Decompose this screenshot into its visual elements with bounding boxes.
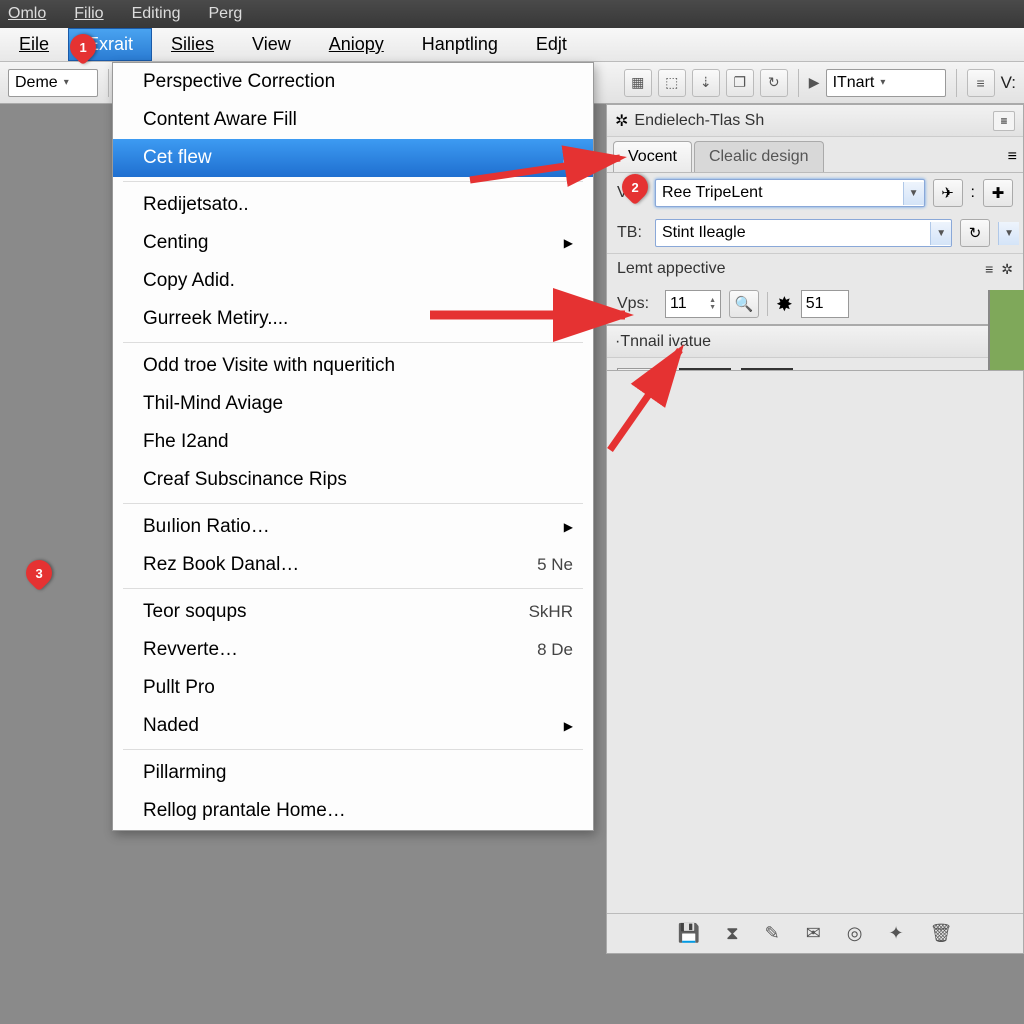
hourglass-icon[interactable]: ⧗ <box>726 923 739 944</box>
list-icon[interactable]: ≡ <box>985 261 993 278</box>
appective-subheader: Lemt appective ≡ ✲ <box>607 253 1023 284</box>
puzzle-icon-button[interactable]: ✚ <box>983 179 1013 207</box>
toolbar-button[interactable]: ≡ <box>967 69 995 97</box>
search-icon-button[interactable]: 🔍 <box>729 290 759 318</box>
menu-content-aware-fill[interactable]: Content Aware Fill <box>113 101 593 139</box>
panel-menu-button[interactable]: ≡ <box>993 111 1015 131</box>
secondary-input[interactable]: 51 <box>801 290 849 318</box>
title-item[interactable]: Filio <box>74 5 103 23</box>
menu-item[interactable]: Naded▶ <box>113 707 593 745</box>
preset-value: Deme <box>15 74 58 92</box>
airplane-icon-button[interactable]: ✈ <box>933 179 963 207</box>
v-label: V: <box>1001 73 1016 93</box>
submenu-arrow-icon: ▶ <box>564 520 573 534</box>
menu-item[interactable]: Centing▶ <box>113 224 593 262</box>
trash-icon[interactable]: 🗑 <box>930 923 953 944</box>
menu-item[interactable]: Rellog prantale Home… <box>113 792 593 830</box>
sun-icon: ✲ <box>615 111 628 131</box>
menu-separator <box>123 342 583 343</box>
separator <box>798 69 799 97</box>
tb-row: TB: Stint Ileagle ▼ ↻ ▼ <box>607 213 1023 253</box>
callout-3: 3 <box>21 555 58 592</box>
toolbar-button[interactable]: ⇣ <box>692 69 720 97</box>
colon-label: : <box>971 184 975 202</box>
mail-icon[interactable]: ✉ <box>806 923 821 944</box>
menu-view[interactable]: View <box>233 28 310 61</box>
menu-separator <box>123 503 583 504</box>
menu-edit[interactable]: Edjt <box>517 28 586 61</box>
menu-silies[interactable]: Silies <box>152 28 233 61</box>
edit-icon[interactable]: ✎ <box>765 923 780 944</box>
menu-separator <box>123 588 583 589</box>
title-item[interactable]: Omlo <box>8 5 46 23</box>
vs-row: VS' Ree TripeLent ▼ ✈ : ✚ <box>607 173 1023 213</box>
title-item[interactable]: Perg <box>209 5 243 23</box>
chevron-down-icon: ▼ <box>903 182 924 205</box>
tab-clealic-design[interactable]: Clealic design <box>694 141 824 172</box>
menu-item[interactable]: Copy Adid. <box>113 262 593 300</box>
menu-item[interactable]: Odd troe Visite with nqueritich <box>113 347 593 385</box>
refresh-icon-button[interactable]: ↻ <box>960 219 990 247</box>
menu-item[interactable]: Revverte…8 De <box>113 631 593 669</box>
menu-item[interactable]: Pillarming <box>113 754 593 792</box>
red-arrow <box>600 340 700 465</box>
panel-header: ✲ Endielech-Tlas Sh ≡ <box>607 105 1023 137</box>
menubar: Eile Exrait Silies View Aniopy Hanptling… <box>0 28 1024 62</box>
separator <box>108 69 109 97</box>
toolbar-button[interactable]: ❐ <box>726 69 754 97</box>
star-icon[interactable]: ✸ <box>776 292 793 317</box>
save-icon[interactable]: 💾 <box>678 923 700 944</box>
submenu-arrow-icon: ▶ <box>564 236 573 250</box>
target-icon[interactable]: ◎ <box>847 923 863 944</box>
preset-combo[interactable]: Deme ▾ <box>8 69 98 97</box>
wps-row: Vps: 11 ▲▼ 🔍 ✸ 51 <box>607 284 1023 324</box>
menu-file[interactable]: Eile <box>0 28 68 61</box>
menu-hanptling[interactable]: Hanptling <box>403 28 517 61</box>
menu-item[interactable]: Fhe I2and <box>113 423 593 461</box>
appective-label: Lemt appective <box>617 260 726 278</box>
window-titlebar: Omlo Filio Editing Perg <box>0 0 1024 28</box>
chevron-down-icon[interactable]: ▼ <box>998 222 1019 245</box>
red-arrow <box>430 300 640 335</box>
wps-input[interactable]: 11 ▲▼ <box>665 290 721 318</box>
panel-footer: 💾 ⧗ ✎ ✉ ◎ ✦ 🗑 <box>607 913 1023 953</box>
vs-combo[interactable]: Ree TripeLent ▼ <box>655 179 925 207</box>
chevron-down-icon: ▾ <box>880 77 885 88</box>
toolbar-button[interactable]: ⬚ <box>658 69 686 97</box>
gear-icon[interactable]: ✲ <box>1001 261 1013 278</box>
menu-perspective-correction[interactable]: Perspective Correction <box>113 63 593 101</box>
submenu-arrow-icon: ▶ <box>564 719 573 733</box>
options-panel: ✲ Endielech-Tlas Sh ≡ Vocent Clealic des… <box>606 104 1024 325</box>
menu-separator <box>123 749 583 750</box>
panel-menu-button[interactable]: ≡ <box>1008 148 1017 166</box>
panel-title: Endielech-Tlas Sh <box>634 112 987 130</box>
menu-aniopy[interactable]: Aniopy <box>310 28 403 61</box>
menu-item[interactable]: Pullt Pro <box>113 669 593 707</box>
separator <box>956 69 957 97</box>
itnart-value: ITnart <box>833 74 875 92</box>
menu-item[interactable]: Creaf Subscinance Rips <box>113 461 593 499</box>
itnart-combo[interactable]: ITnart ▾ <box>826 69 946 97</box>
wand-icon[interactable]: ✦ <box>889 923 904 944</box>
panel-tabs: Vocent Clealic design ≡ <box>607 137 1023 173</box>
spinner-icon[interactable]: ▲▼ <box>709 297 716 311</box>
chevron-down-icon: ▼ <box>930 222 951 245</box>
menu-item[interactable]: Teor soqupsSkHR <box>113 593 593 631</box>
menu-item[interactable]: Thil-Mind Aviage <box>113 385 593 423</box>
chevron-down-icon: ▾ <box>64 77 69 88</box>
tb-combo[interactable]: Stint Ileagle ▼ <box>655 219 952 247</box>
title-item[interactable]: Editing <box>132 5 181 23</box>
tb-label: TB: <box>617 224 647 242</box>
menu-item[interactable]: Rez Book Danal…5 Ne <box>113 546 593 584</box>
menu-item[interactable]: Buılion Ratio…▶ <box>113 508 593 546</box>
toolbar-button[interactable]: ▦ <box>624 69 652 97</box>
red-arrow <box>470 150 640 195</box>
chevron-right-icon: ▶ <box>809 74 820 91</box>
separator <box>767 292 768 316</box>
toolbar-button[interactable]: ↻ <box>760 69 788 97</box>
